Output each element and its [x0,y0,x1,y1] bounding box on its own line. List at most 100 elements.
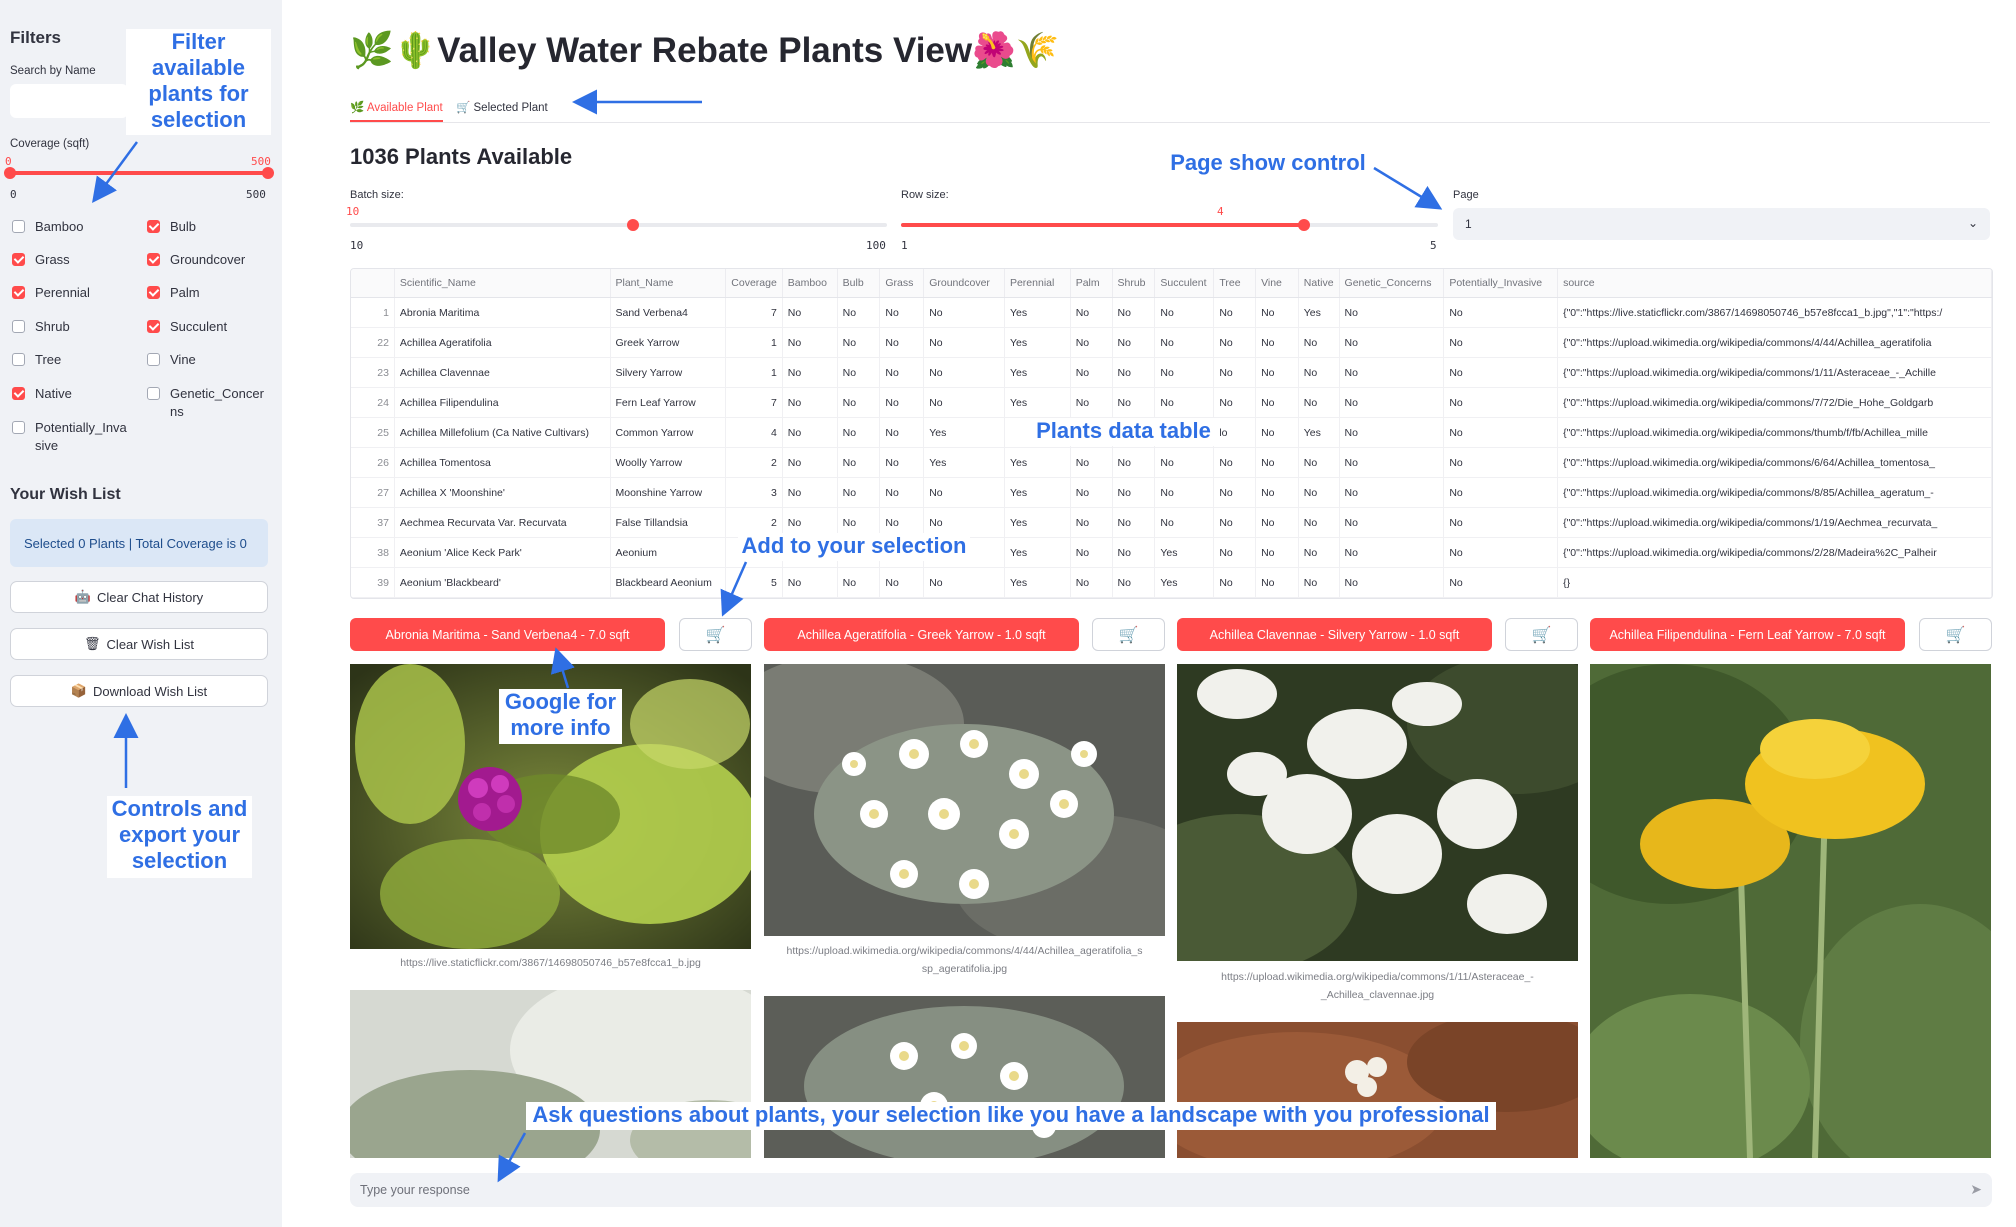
search-input[interactable] [10,84,128,118]
add-to-cart-button[interactable]: 🛒 [1092,618,1165,651]
checkbox[interactable] [12,421,25,434]
filter-succulent[interactable]: Succulent [145,318,270,336]
column-header[interactable]: Potentially_Invasive [1443,269,1559,298]
add-to-cart-button[interactable]: 🛒 [679,618,752,651]
filter-perennial[interactable]: Perennial [10,284,130,302]
plant-photo[interactable] [1177,1022,1578,1158]
checkbox[interactable] [147,286,160,299]
column-header[interactable]: Plant_Name [610,269,727,298]
checkbox[interactable] [12,387,25,400]
table-cell: No [782,387,838,418]
filter-shrub[interactable]: Shrub [10,318,130,336]
table-row[interactable]: 27 Achillea X 'Moonshine' Moonshine Yarrow… [351,477,1992,508]
clear-chat-history-label: Clear Chat History [96,589,204,605]
column-header[interactable]: Bulb [837,269,881,298]
coverage-min-handle[interactable] [4,167,16,179]
column-header[interactable]: Palm [1070,269,1113,298]
clear-wish-list-button[interactable]: 🗑 Clear Wish List [10,628,268,660]
select-plant-button[interactable]: Abronia Maritima - Sand Verbena4 - 7.0 s… [350,618,665,651]
checkbox[interactable] [12,353,25,366]
column-header[interactable]: Groundcover [923,269,1005,298]
table-cell: 1 [725,327,783,358]
table-row[interactable]: 1 Abronia Maritima Sand Verbena4 7 No No No No Y… [351,297,1992,328]
batch-size-track[interactable] [350,223,887,227]
column-header[interactable]: Scientific_Name [394,269,611,298]
plant-photo[interactable] [764,996,1165,1158]
filter-genetic-concerns[interactable]: Genetic_Concerns [145,385,270,421]
filter-grass[interactable]: Grass [10,251,130,269]
filter-palm[interactable]: Palm [145,284,270,302]
checkbox[interactable] [12,253,25,266]
add-to-cart-button[interactable]: 🛒 [1919,618,1992,651]
row-index: 26 [351,447,395,478]
tab-available-plant[interactable]: 🌿 Available Plant [350,94,443,122]
column-header[interactable]: Succulent [1154,269,1215,298]
cart-icon: 🛒 [1118,626,1139,644]
table-cell: {"0":"https://upload.wikimedia.org/wikip… [1557,537,1992,568]
filter-bulb[interactable]: Bulb [145,218,270,236]
checkbox-label: Shrub [35,319,70,334]
filter-groundcover[interactable]: Groundcover [145,251,270,269]
page-select[interactable]: 1 ⌄ [1453,208,1990,240]
select-plant-button[interactable]: Achillea Ageratifolia - Greek Yarrow - 1… [764,618,1079,651]
table-cell: No [1298,537,1340,568]
column-header[interactable]: Coverage [725,269,783,298]
checkbox[interactable] [147,387,160,400]
table-row[interactable]: 22 Achillea Ageratifolia Greek Yarrow 1 No No… [351,327,1992,358]
plant-photo[interactable] [764,664,1165,936]
column-header[interactable]: Tree [1213,269,1257,298]
table-row[interactable]: 23 Achillea Clavennae Silvery Yarrow 1 No No N… [351,357,1992,388]
select-plant-button[interactable]: Achillea Clavennae - Silvery Yarrow - 1.… [1177,618,1492,651]
download-wish-list-button[interactable]: 📦 Download Wish List [10,675,268,707]
clear-chat-history-button[interactable]: 🤖 Clear Chat History [10,581,268,613]
checkbox[interactable] [12,220,25,233]
plant-photo[interactable] [1590,664,1991,1158]
column-header[interactable]: Shrub [1112,269,1156,298]
tab-selected-plant[interactable]: 🛒 Selected Plant [456,94,548,120]
row-size-handle[interactable] [1298,219,1310,231]
column-header[interactable]: Grass [879,269,925,298]
plant-photo[interactable] [1177,664,1578,961]
checkbox[interactable] [147,253,160,266]
table-row[interactable]: 39 Aeonium 'Blackbeard' Blackbeard Aeonium… [351,567,1992,598]
checkbox[interactable] [147,353,160,366]
table-cell: No [1112,567,1156,598]
trash-icon: 🗑 [84,636,101,651]
table-cell: No [1443,357,1559,388]
table-row[interactable]: 24 Achillea Filipendulina Fern Leaf Yarrow… [351,387,1992,418]
filter-vine[interactable]: Vine [145,351,270,369]
send-icon[interactable]: ➤ [1970,1181,1982,1198]
filter-bamboo[interactable]: Bamboo [10,218,130,236]
column-header[interactable]: source [1557,269,1992,298]
table-row[interactable]: 26 Achillea Tomentosa Woolly Yarrow 2 No No No… [351,447,1992,478]
filter-potentially-invasive[interactable]: Potentially_Invasive [10,419,130,455]
column-header[interactable]: Perennial [1004,269,1071,298]
checkbox-label: Groundcover [170,252,246,267]
checkbox[interactable] [12,286,25,299]
coverage-slider-track[interactable] [10,171,268,175]
filter-native[interactable]: Native [10,385,130,403]
batch-size-handle[interactable] [627,219,639,231]
table-row[interactable]: 38 Aeonium 'Alice Keck Park' Aeonium Yes No N… [351,537,1992,568]
table-cell: 2 [725,447,783,478]
checkbox-label: Genetic_Concerns [170,386,264,419]
column-header[interactable]: Genetic_Concerns [1339,269,1445,298]
row-index: 23 [351,357,395,388]
select-plant-button[interactable]: Achillea Filipendulina - Fern Leaf Yarro… [1590,618,1905,651]
checkbox[interactable] [147,220,160,233]
checkbox[interactable] [12,320,25,333]
coverage-max-handle[interactable] [262,167,274,179]
row-size-track[interactable] [901,223,1438,227]
column-header[interactable]: Native [1298,269,1340,298]
table-cell: No [1112,537,1156,568]
chat-input[interactable]: Type your response ➤ [350,1173,1992,1207]
photo-caption: https://upload.wikimedia.org/wikipedia/c… [1221,971,1534,1001]
table-row[interactable]: 37 Aechmea Recurvata Var. Recurvata False … [351,507,1992,538]
checkbox[interactable] [147,320,160,333]
plant-photo[interactable] [350,990,751,1158]
column-header[interactable]: Bamboo [782,269,838,298]
table-cell: Yes [1004,507,1071,538]
filter-tree[interactable]: Tree [10,351,130,369]
add-to-cart-button[interactable]: 🛒 [1505,618,1578,651]
column-header[interactable]: Vine [1255,269,1299,298]
